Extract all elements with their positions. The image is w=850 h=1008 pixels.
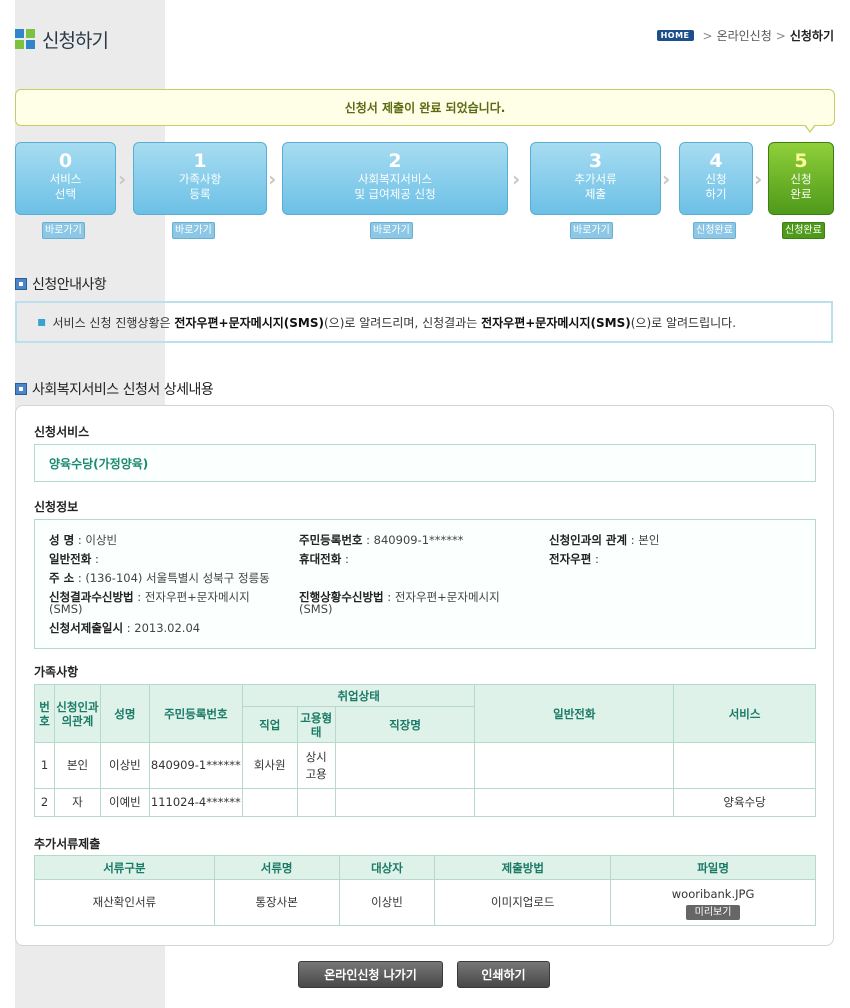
step-1-family[interactable]: 1 가족사항 등록	[133, 142, 267, 215]
header-no: 번호	[34, 684, 55, 743]
email-field: 전자우편 :	[549, 552, 599, 566]
chevron-right-icon: ›	[268, 167, 277, 191]
header-doc-method: 제출방법	[434, 855, 612, 880]
applicant-info: 성 명 : 이상빈 주민등록번호 : 840909-1****** 신청인과의 …	[34, 519, 816, 649]
header-phone: 일반전화	[474, 684, 675, 743]
bullet-dot-icon: ▪	[37, 314, 47, 330]
step-5-complete: 5 신청 완료	[768, 142, 834, 215]
step-3-extra-docs[interactable]: 3 추가서류 제출	[530, 142, 661, 215]
service-label: 신청서비스	[34, 425, 90, 439]
chevron-right-icon: >	[775, 28, 786, 43]
table-row: 재산확인서류 통장사본 이상빈 이미지업로드 wooribank.JPG 미리보…	[34, 879, 816, 926]
header-workplace: 직장명	[334, 706, 476, 743]
step-3-goto-badge[interactable]: 바로가기	[570, 222, 613, 239]
relation-field: 신청인과의 관계 : 본인	[549, 533, 660, 547]
header-job: 직업	[241, 706, 298, 743]
header-doc-target: 대상자	[338, 855, 436, 880]
bullet-square-icon	[15, 278, 27, 290]
step-4-status-badge: 신청완료	[693, 222, 736, 239]
header-relation: 신청인과의관계	[53, 684, 101, 743]
chevron-right-icon: ›	[754, 167, 763, 191]
header-rrn: 주민등록번호	[148, 684, 243, 743]
print-button[interactable]: 인쇄하기	[457, 961, 550, 988]
step-2-welfare-apply[interactable]: 2 사회복지서비스 및 급여제공 신청	[282, 142, 508, 215]
progress-method-field: 진행상황수신방법 : 전자우편+문자메시지 (SMS)	[299, 590, 500, 616]
step-0-service-select[interactable]: 0 서비스 선택	[15, 142, 116, 215]
completion-message: 신청서 제출이 완료 되었습니다.	[344, 101, 506, 115]
result-method-field: 신청결과수신방법 : 전자우편+문자메시지 (SMS)	[49, 590, 250, 616]
rrn-field: 주민등록번호 : 840909-1******	[299, 533, 464, 547]
breadcrumb: HOME > 온라인신청 > 신청하기	[656, 27, 834, 44]
service-value: 양육수당(가정양육)	[34, 444, 816, 482]
submit-date-field: 신청서제출일시 : 2013.02.04	[49, 621, 201, 635]
completion-notice: 신청서 제출이 완료 되었습니다.	[15, 89, 835, 126]
header-service: 서비스	[673, 684, 816, 743]
header-doc-category: 서류구분	[34, 855, 215, 880]
chevron-right-icon: ›	[662, 167, 671, 191]
table-row: 2 자 이예빈 111024-4****** 양육수당	[34, 788, 816, 817]
header-doc-name: 서류명	[213, 855, 340, 880]
mobile-field: 휴대전화 :	[299, 552, 349, 566]
exit-online-apply-button[interactable]: 온라인신청 나가기	[298, 961, 443, 988]
docs-table: 서류구분 서류명 대상자 제출방법 파일명 재산확인서류 통장사본 이상빈 이미…	[34, 855, 816, 926]
info-label: 신청정보	[34, 500, 79, 514]
family-table: 번호 신청인과의관계 성명 주민등록번호 취업상태 일반전화 서비스 직업 고용…	[34, 684, 816, 817]
name-field: 성 명 : 이상빈	[49, 533, 118, 547]
detail-heading: 사회복지서비스 신청서 상세내용	[15, 379, 214, 399]
step-4-apply[interactable]: 4 신청 하기	[679, 142, 753, 215]
step-2-goto-badge[interactable]: 바로가기	[370, 222, 413, 239]
header-doc-file: 파일명	[610, 855, 816, 880]
table-row: 1 본인 이상빈 840909-1****** 회사원 상시 고용	[34, 742, 816, 789]
file-name: wooribank.JPG	[671, 886, 755, 901]
guide-heading: 신청안내사항	[15, 274, 107, 294]
header-employment: 취업상태	[241, 684, 476, 707]
phone-field: 일반전화 :	[49, 552, 99, 566]
preview-button[interactable]: 미리보기	[685, 904, 741, 920]
breadcrumb-item-online[interactable]: 온라인신청	[717, 27, 772, 44]
docs-label: 추가서류제출	[34, 837, 101, 851]
chevron-right-icon: >	[702, 28, 713, 43]
header-emp-type: 고용형태	[296, 706, 336, 743]
page-header: 신청하기	[15, 26, 109, 52]
guide-box: ▪ 서비스 신청 진행상황은 전자우편+문자메시지(SMS)(으)로 알려드리며…	[15, 301, 833, 343]
guide-text: 서비스 신청 진행상황은 전자우편+문자메시지(SMS)(으)로 알려드리며, …	[52, 315, 737, 330]
header-name: 성명	[99, 684, 150, 743]
bullet-square-icon	[15, 383, 27, 395]
address-field: 주 소 : (136-104) 서울특별시 성북구 정릉동	[49, 571, 270, 585]
step-5-status-badge: 신청완료	[782, 222, 825, 239]
chevron-right-icon: ›	[512, 167, 521, 191]
breadcrumb-item-current: 신청하기	[789, 29, 834, 43]
step-1-goto-badge[interactable]: 바로가기	[172, 222, 215, 239]
chevron-right-icon: ›	[118, 167, 127, 191]
step-0-goto-badge[interactable]: 바로가기	[42, 222, 85, 239]
page-title: 신청하기	[42, 29, 109, 52]
home-icon[interactable]: HOME	[656, 30, 694, 41]
grid-logo-icon	[15, 29, 35, 49]
family-label: 가족사항	[34, 665, 79, 679]
